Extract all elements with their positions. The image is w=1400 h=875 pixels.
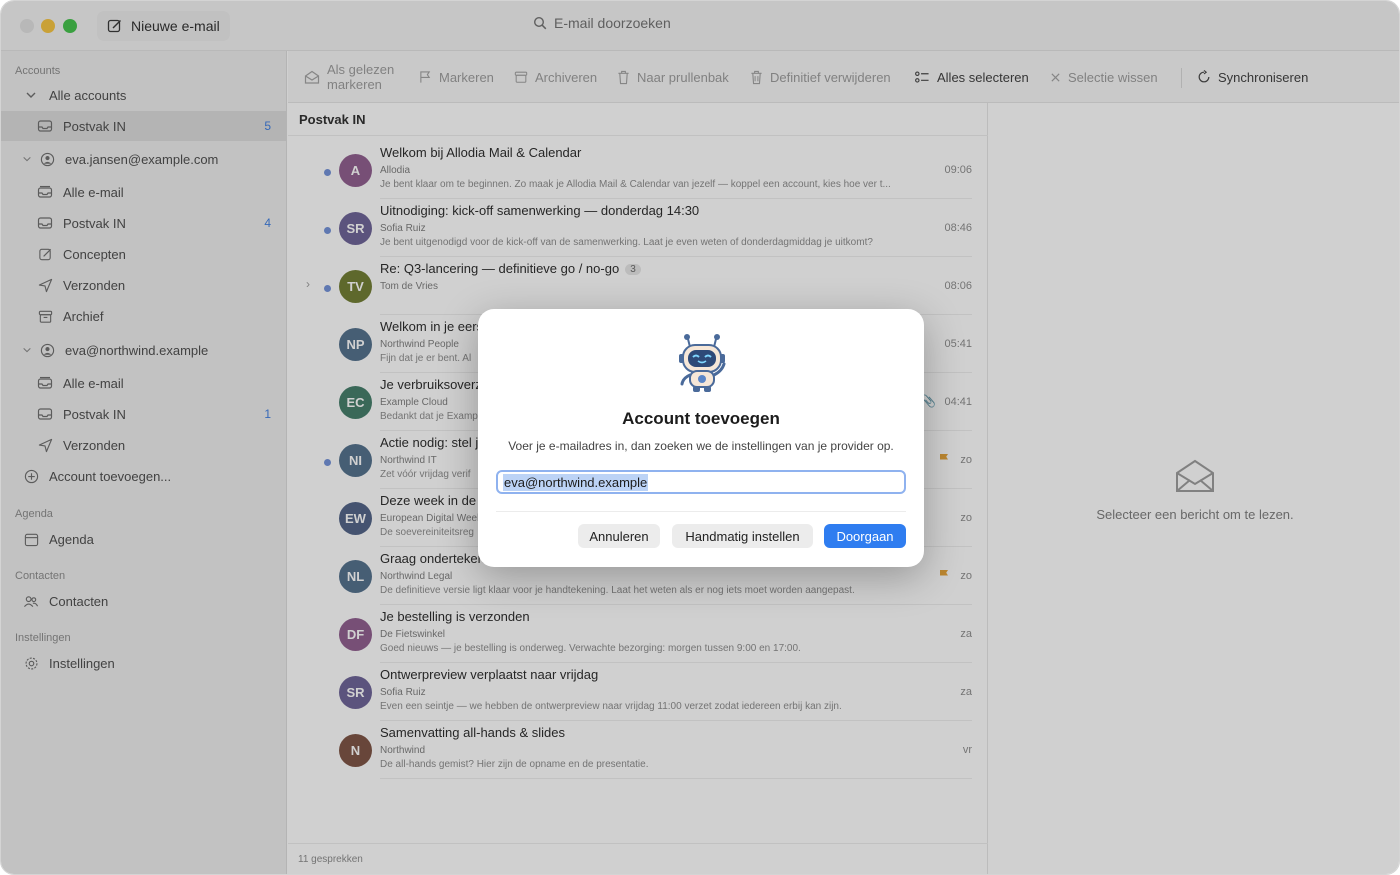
manual-setup-button[interactable]: Handmatig instellen (672, 524, 813, 548)
dialog-title: Account toevoegen (622, 409, 780, 428)
robot-mascot-icon (679, 334, 726, 392)
continue-button[interactable]: Doorgaan (824, 524, 906, 548)
add-account-dialog: Account toevoegen Voer je e-mailadres in… (478, 309, 924, 567)
email-field-value[interactable]: eva@northwind.example (503, 474, 649, 491)
mail-window: Nieuwe e-mail E-mail doorzoeken Accounts… (0, 0, 1400, 875)
divider (496, 511, 906, 512)
dialog-subtitle: Voer je e-mailadres in, dan zoeken we de… (508, 439, 894, 453)
cancel-button[interactable]: Annuleren (578, 524, 660, 548)
